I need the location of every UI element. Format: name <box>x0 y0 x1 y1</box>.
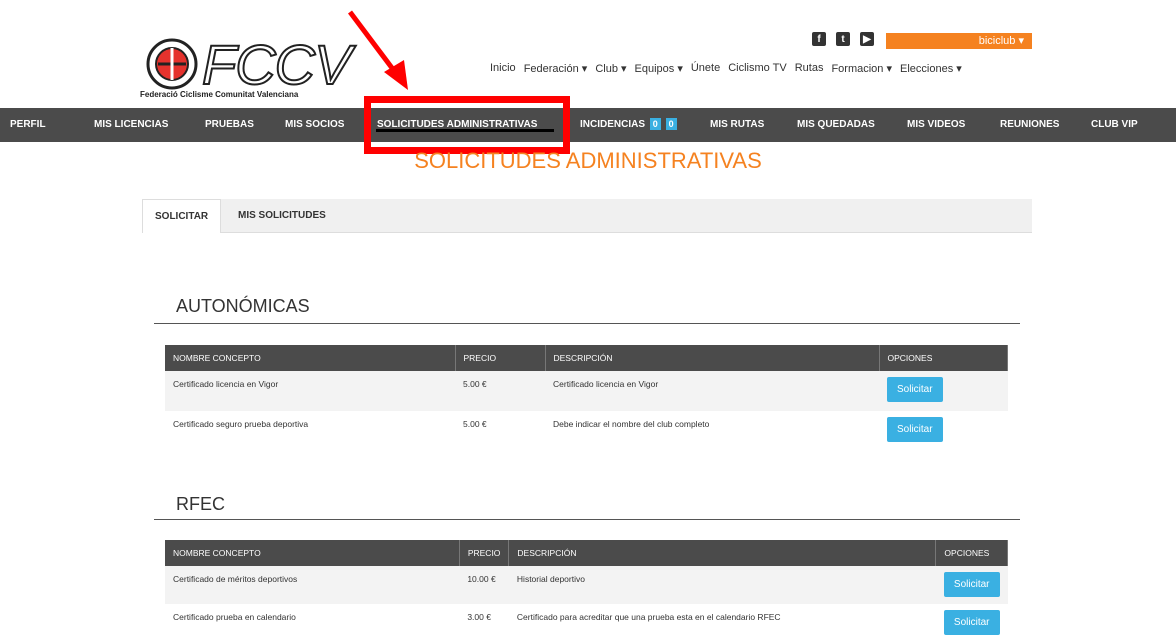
nav-mis-quedadas[interactable]: MIS QUEDADAS <box>797 108 875 142</box>
cell-concepto: Certificado seguro prueba deportiva <box>173 419 309 429</box>
topnav-club[interactable]: Club ▾ <box>595 62 626 75</box>
table-row: Certificado seguro prueba deportiva 5.00… <box>165 411 1008 451</box>
cell-descripcion: Certificado licencia en Vigor <box>545 371 879 411</box>
logo-text: FCCV <box>201 32 352 97</box>
nav-club-vip[interactable]: CLUB VIP <box>1091 108 1138 142</box>
cell-precio: 3.00 € <box>467 612 491 622</box>
table-row: Certificado licencia en Vigor 5.00 € Cer… <box>165 371 1008 411</box>
table-header-row: NOMBRE CONCEPTO PRECIO DESCRIPCIÓN OPCIO… <box>165 345 1008 371</box>
topnav-equipos[interactable]: Equipos ▾ <box>635 62 683 75</box>
incidencias-badge-1: 0 <box>649 118 661 130</box>
col-descripcion: DESCRIPCIÓN <box>508 540 937 566</box>
cell-opciones: Solicitar <box>935 566 1008 604</box>
nav-incidencias[interactable]: INCIDENCIAS 0 0 <box>580 108 677 142</box>
cell-descripcion: Historial deportivo <box>508 566 936 604</box>
page-title: SOLICITUDES ADMINISTRATIVAS <box>414 148 762 173</box>
fccv-logo[interactable]: FCCV Federació Ciclisme Comunitat Valenc… <box>140 30 352 106</box>
nav-reuniones[interactable]: REUNIONES <box>1000 108 1059 142</box>
logo-subtitle: Federació Ciclisme Comunitat Valenciana <box>140 90 299 99</box>
topnav-unete[interactable]: Únete <box>691 62 720 75</box>
solicitar-button[interactable]: Solicitar <box>887 377 943 402</box>
col-precio: PRECIO <box>459 540 510 566</box>
cell-precio: 10.00 € <box>459 566 509 604</box>
federation-emblem-icon <box>146 38 198 90</box>
topnav-formacion[interactable]: Formacion ▾ <box>831 62 892 75</box>
nav-mis-rutas[interactable]: MIS RUTAS <box>710 108 764 142</box>
cell-descripcion: Debe indicar el nombre del club completo <box>553 419 710 429</box>
autonomicas-table: NOMBRE CONCEPTO PRECIO DESCRIPCIÓN OPCIO… <box>165 345 1008 451</box>
cell-opciones: Solicitar <box>879 371 1008 411</box>
col-precio: PRECIO <box>455 345 546 371</box>
tab-mis-solicitudes[interactable]: MIS SOLICITUDES <box>238 199 326 233</box>
solicitar-button[interactable]: Solicitar <box>943 610 1000 635</box>
table-header-row: NOMBRE CONCEPTO PRECIO DESCRIPCIÓN OPCIO… <box>165 540 1008 566</box>
cell-concepto: Certificado de méritos deportivos <box>165 566 460 604</box>
cell-precio: 5.00 € <box>463 419 487 429</box>
nav-mis-socios[interactable]: MIS SOCIOS <box>285 108 344 142</box>
social-links: f t ▶ <box>812 32 874 46</box>
rfec-table: NOMBRE CONCEPTO PRECIO DESCRIPCIÓN OPCIO… <box>165 540 1008 642</box>
nav-pruebas[interactable]: PRUEBAS <box>205 108 254 142</box>
solicitar-button[interactable]: Solicitar <box>943 572 1000 597</box>
cell-concepto: Certificado prueba en calendario <box>173 612 296 622</box>
cell-precio: 5.00 € <box>455 371 545 411</box>
incidencias-badge-2: 0 <box>665 118 677 130</box>
topnav-federacion[interactable]: Federación ▾ <box>524 62 588 75</box>
col-nombre-concepto: NOMBRE CONCEPTO <box>165 345 456 371</box>
cell-concepto: Certificado licencia en Vigor <box>165 371 455 411</box>
youtube-icon[interactable]: ▶ <box>860 32 874 46</box>
user-menu-dropdown[interactable]: biciclub ▾ <box>886 33 1032 49</box>
solicitar-button[interactable]: Solicitar <box>887 417 943 442</box>
facebook-icon[interactable]: f <box>812 32 826 46</box>
section-title-rfec: RFEC <box>176 494 225 514</box>
col-nombre-concepto: NOMBRE CONCEPTO <box>165 540 460 566</box>
nav-perfil[interactable]: PERFIL <box>10 108 46 142</box>
section-divider <box>154 519 1020 520</box>
table-row: Certificado prueba en calendario 3.00 € … <box>165 604 1008 642</box>
nav-mis-videos[interactable]: MIS VIDEOS <box>907 108 965 142</box>
red-arrow-annotation <box>348 10 408 90</box>
topnav-ciclismo-tv[interactable]: Ciclismo TV <box>728 62 786 75</box>
cell-opciones: Solicitar <box>879 411 1008 451</box>
section-divider <box>154 323 1020 324</box>
red-highlight-box-annotation <box>364 96 570 154</box>
topnav-inicio[interactable]: Inicio <box>490 62 516 75</box>
col-opciones: OPCIONES <box>879 345 1008 371</box>
main-navigation-bar: PERFIL MIS LICENCIAS PRUEBAS MIS SOCIOS … <box>0 108 1176 142</box>
request-tabs: SOLICITAR MIS SOLICITUDES <box>142 199 1032 233</box>
twitter-icon[interactable]: t <box>836 32 850 46</box>
section-title-autonomicas: AUTONÓMICAS <box>176 296 310 316</box>
topnav-elecciones[interactable]: Elecciones ▾ <box>900 62 962 75</box>
col-opciones: OPCIONES <box>935 540 1008 566</box>
table-row: Certificado de méritos deportivos 10.00 … <box>165 566 1008 604</box>
nav-mis-licencias[interactable]: MIS LICENCIAS <box>94 108 168 142</box>
tab-solicitar[interactable]: SOLICITAR <box>142 199 222 233</box>
top-navigation: Inicio Federación ▾ Club ▾ Equipos ▾ Úne… <box>490 62 970 75</box>
cell-descripcion: Certificado para acreditar que una prueb… <box>516 612 781 622</box>
topnav-rutas[interactable]: Rutas <box>795 62 824 75</box>
cell-opciones: Solicitar <box>936 604 1008 642</box>
col-descripcion: DESCRIPCIÓN <box>545 345 880 371</box>
nav-incidencias-label: INCIDENCIAS <box>580 119 646 130</box>
